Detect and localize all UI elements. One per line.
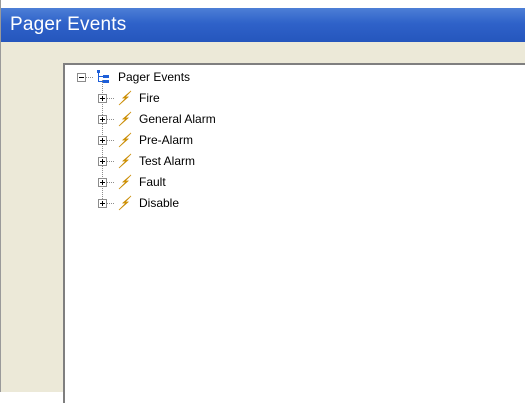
expand-toggle-icon[interactable] [98, 198, 107, 208]
tree-node-disable[interactable]: Disable [98, 194, 179, 212]
expand-toggle-icon[interactable] [98, 114, 107, 124]
pager-events-window: Pager Events Pager Events Fire General A… [0, 0, 525, 403]
tree-node-fault[interactable]: Fault [98, 173, 166, 191]
expand-toggle-icon[interactable] [98, 177, 107, 187]
tree-node-label: General Alarm [139, 112, 216, 126]
top-strip [1, 0, 525, 8]
tree-connector [107, 202, 114, 204]
expand-toggle-icon[interactable] [98, 156, 107, 166]
tree-connector [107, 118, 114, 120]
expand-toggle-icon[interactable] [98, 135, 107, 145]
tree-node-test-alarm[interactable]: Test Alarm [98, 152, 195, 170]
lightning-bolt-icon [118, 153, 132, 169]
lightning-bolt-icon [118, 174, 132, 190]
lightning-bolt-icon [118, 90, 132, 106]
tree-connector [107, 160, 114, 162]
tree-node-pre-alarm[interactable]: Pre-Alarm [98, 131, 193, 149]
tree-node-root[interactable]: Pager Events [77, 68, 190, 86]
window-title: Pager Events [10, 14, 127, 35]
tree-node-general-alarm[interactable]: General Alarm [98, 110, 216, 128]
tree-connector [86, 76, 93, 78]
tree-node-fire[interactable]: Fire [98, 89, 160, 107]
tree-connector [107, 139, 114, 141]
tree-node-label: Pager Events [118, 70, 191, 84]
tree-connector [107, 181, 114, 183]
tree-connector [107, 97, 114, 99]
content-panel: Pager Events Fire General Alarm Pre-Alar… [1, 42, 525, 403]
tree-node-label: Fire [139, 91, 160, 105]
lightning-bolt-icon [118, 195, 132, 211]
tree-node-label: Fault [139, 175, 166, 189]
tree-view: Pager Events Fire General Alarm Pre-Alar… [65, 65, 525, 403]
title-bar: Pager Events [1, 8, 525, 42]
lightning-bolt-icon [118, 132, 132, 148]
tree-node-label: Pre-Alarm [139, 133, 194, 147]
tree-structure-icon [97, 70, 109, 83]
lightning-bolt-icon [118, 111, 132, 127]
pager-events-tree[interactable]: Pager Events Fire General Alarm Pre-Alar… [63, 63, 525, 403]
collapse-toggle-icon[interactable] [77, 72, 86, 82]
tree-node-label: Disable [139, 196, 180, 210]
expand-toggle-icon[interactable] [98, 93, 107, 103]
tree-node-label: Test Alarm [139, 154, 196, 168]
